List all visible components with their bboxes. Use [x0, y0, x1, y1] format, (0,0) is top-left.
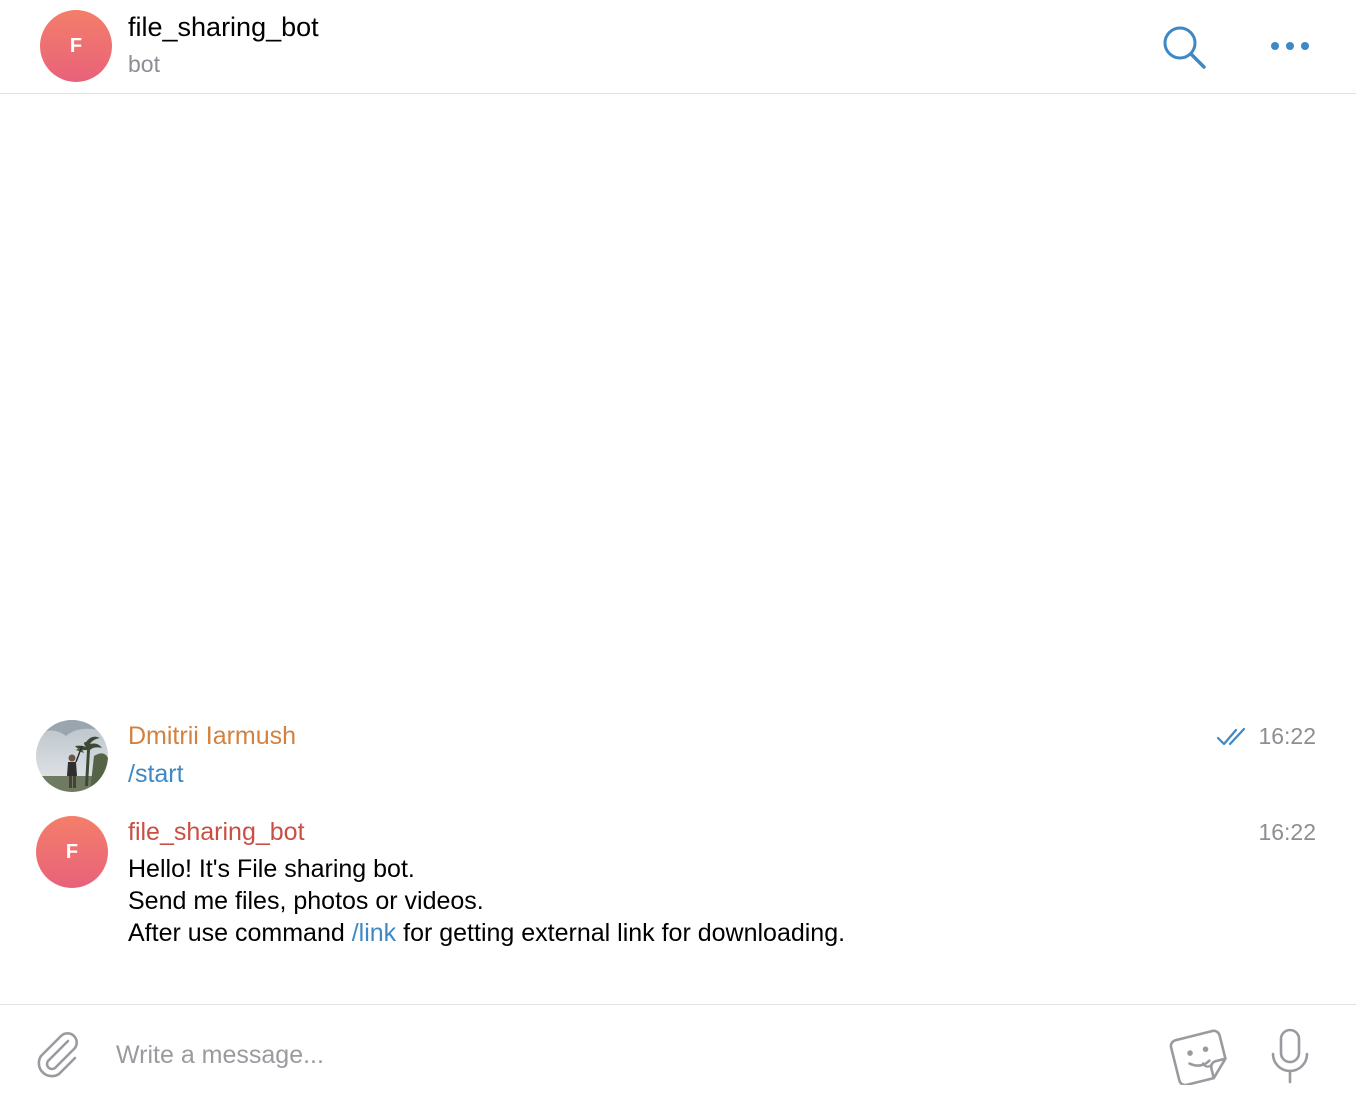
message-line-text: After use command: [128, 919, 352, 947]
message-item[interactable]: Dmitrii Iarmush 16:22 /start: [0, 720, 1356, 800]
avatar-initial: F: [69, 34, 83, 57]
sticker-button[interactable]: [1168, 1027, 1230, 1087]
message-line-text: for getting external link for downloadin…: [396, 919, 846, 947]
chat-window: F file_sharing_bot bot Dmitrii Iarmush 1…: [0, 0, 1356, 1100]
message-composer: [0, 1004, 1356, 1100]
microphone-icon: [1271, 1028, 1309, 1084]
search-button[interactable]: [1160, 24, 1208, 70]
chat-header: F file_sharing_bot bot: [0, 0, 1356, 94]
message-time: 16:22: [1258, 819, 1316, 845]
message-sender[interactable]: file_sharing_bot: [128, 818, 305, 847]
search-icon: [1163, 26, 1206, 69]
message-sender[interactable]: Dmitrii Iarmush: [128, 722, 296, 751]
command-link[interactable]: /link: [352, 919, 396, 947]
message-line: After use command /link for getting exte…: [128, 917, 845, 949]
user-avatar[interactable]: [36, 720, 108, 792]
chat-avatar[interactable]: F: [40, 10, 112, 82]
more-horizontal-icon: [1271, 42, 1309, 50]
message-line: Send me files, photos or videos.: [128, 887, 484, 915]
message-time: 16:22: [1258, 723, 1316, 749]
sticker-icon: [1169, 1029, 1227, 1087]
voice-button[interactable]: [1266, 1027, 1314, 1085]
paperclip-icon: [37, 1032, 78, 1078]
bot-avatar[interactable]: F: [36, 816, 108, 888]
avatar-initial: F: [65, 840, 79, 863]
message-line: Hello! It's File sharing bot.: [128, 855, 415, 883]
more-button[interactable]: [1266, 34, 1314, 58]
user-photo-icon: [36, 720, 108, 792]
message-text: /start: [128, 758, 184, 790]
chat-subtitle: bot: [128, 51, 160, 77]
double-check-icon: [1216, 726, 1248, 748]
message-item[interactable]: F file_sharing_bot 16:22 Hello! It's Fil…: [0, 816, 1356, 956]
command-link[interactable]: /start: [128, 760, 184, 788]
attach-button[interactable]: [32, 1029, 82, 1081]
chat-title[interactable]: file_sharing_bot: [128, 12, 319, 43]
message-text: Hello! It's File sharing bot. Send me fi…: [128, 853, 845, 949]
message-input[interactable]: [116, 1033, 1136, 1077]
